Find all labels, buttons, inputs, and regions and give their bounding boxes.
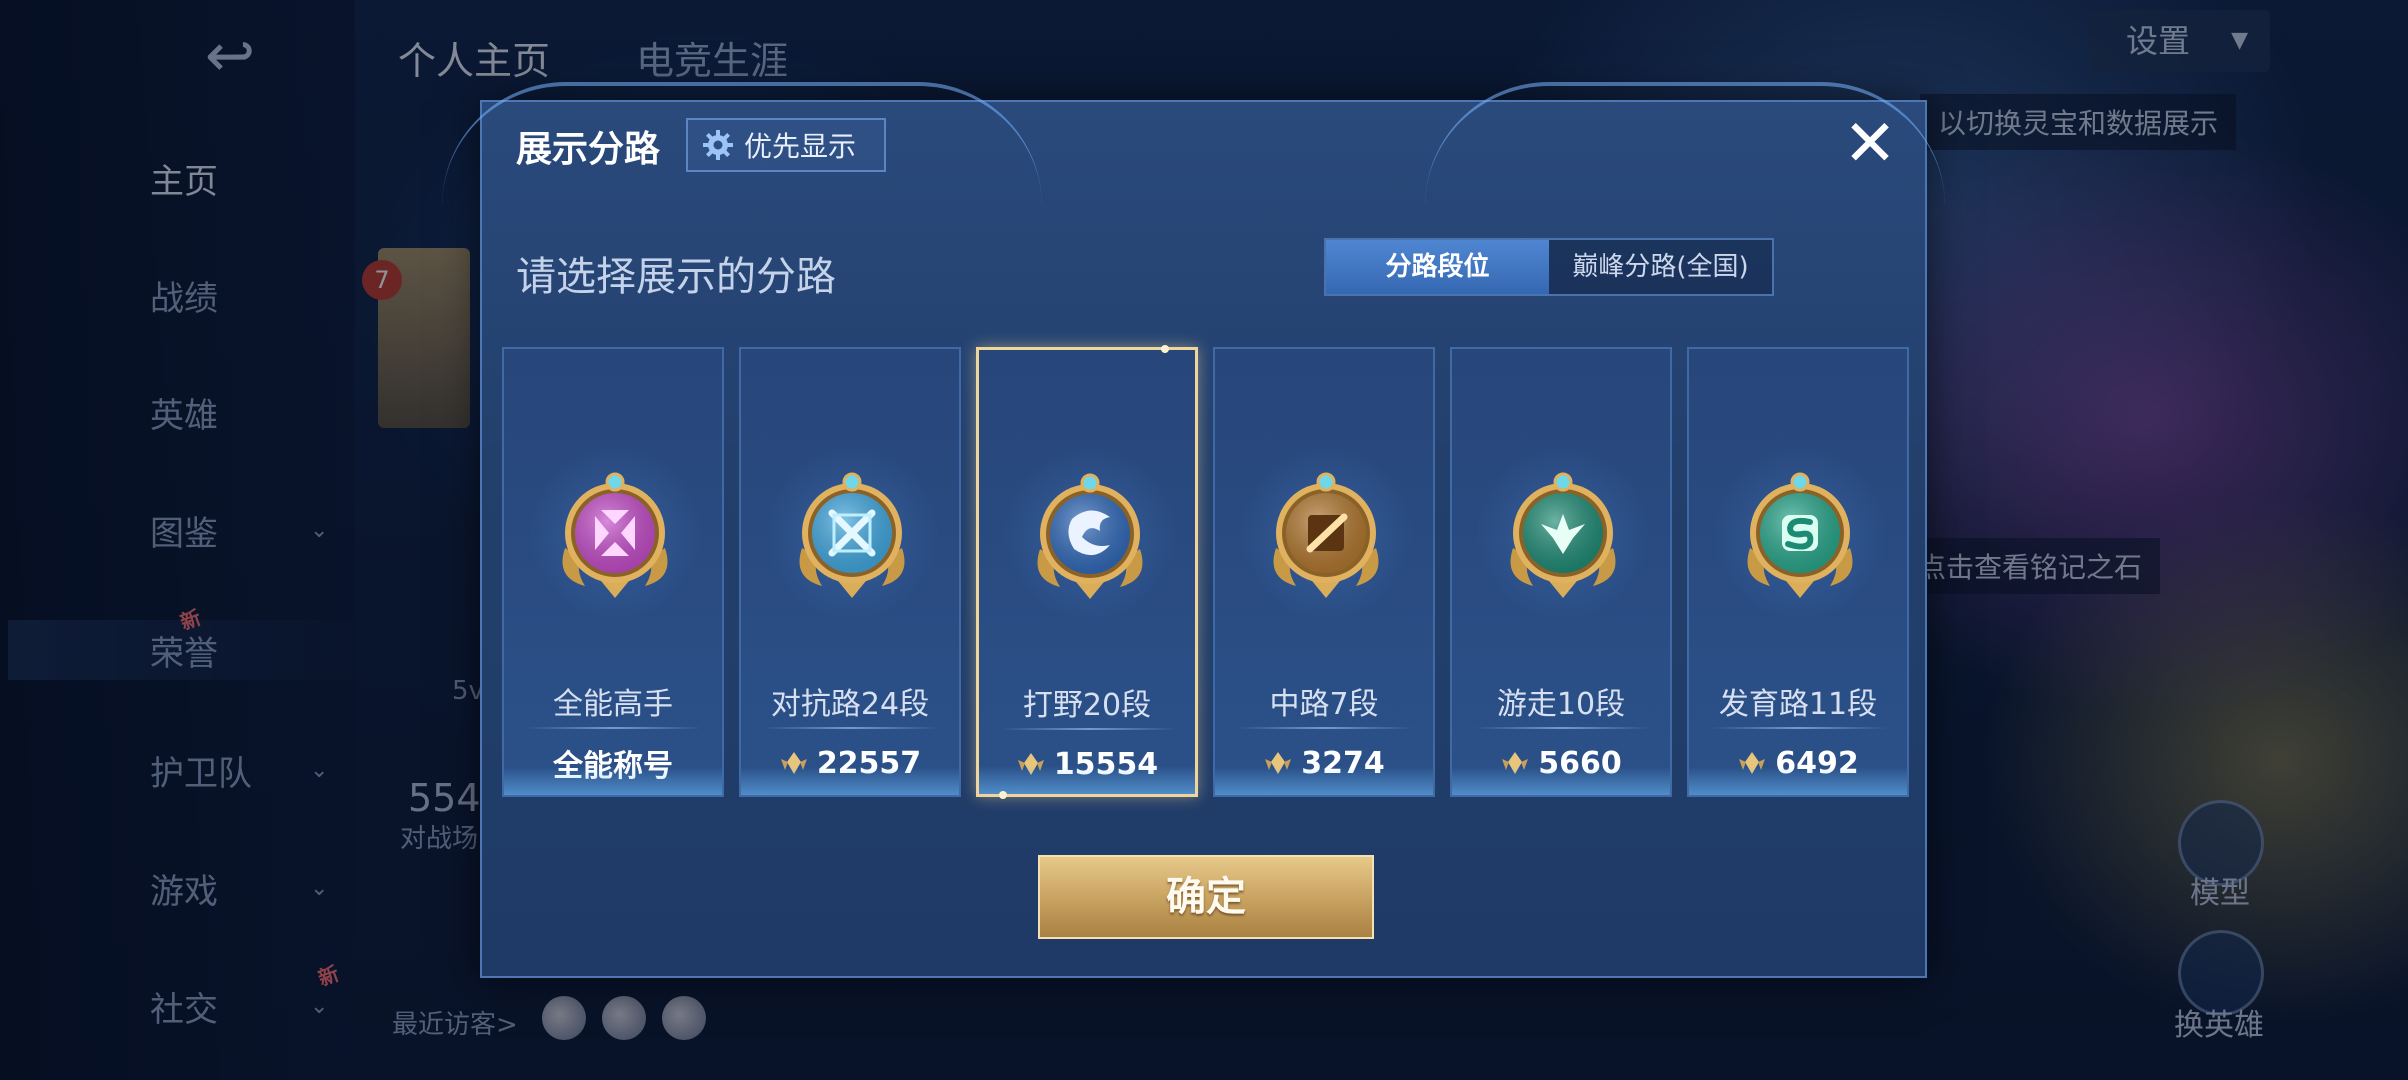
roam-emblem-icon [1510, 472, 1616, 598]
display-lane-dialog: 展示分路 优先显示 ✕ 请选择展示的分路 分路段位 巅峰分路(全国) 全能高手全… [442, 82, 1945, 978]
card-divider [763, 727, 939, 729]
lane-rank-label: 中路7段 [1269, 687, 1379, 722]
lane-card[interactable]: 对抗路24段 22557 [739, 347, 961, 797]
card-glow [504, 767, 722, 795]
toggle-lane-rank[interactable]: 分路段位 [1326, 240, 1549, 294]
card-glow [1215, 767, 1433, 795]
card-glow [979, 766, 1195, 794]
selection-corner-dot [1161, 345, 1169, 353]
priority-display-label: 优先显示 [744, 130, 857, 163]
farm-lane-emblem-icon [1747, 472, 1853, 598]
mid-lane-emblem-icon [1273, 472, 1379, 598]
jungle-emblem-icon [1037, 473, 1143, 599]
card-glow [1452, 767, 1670, 795]
card-glow [741, 767, 959, 795]
clash-lane-emblem-icon [799, 472, 905, 598]
gear-icon [703, 130, 733, 160]
lane-rank-label: 全能高手 [553, 687, 673, 722]
emblem-holder [1004, 448, 1176, 620]
lane-card[interactable]: 中路7段 3274 [1213, 347, 1435, 797]
card-divider [1237, 727, 1413, 729]
dialog-title: 展示分路 [516, 129, 661, 170]
lane-rank-label: 发育路11段 [1718, 687, 1878, 722]
lane-card[interactable]: 发育路11段 6492 [1687, 347, 1909, 797]
card-divider [1001, 728, 1177, 730]
emblem-holder [1714, 447, 1886, 619]
lane-card[interactable]: 全能高手全能称号 [502, 347, 724, 797]
emblem-holder [1477, 447, 1649, 619]
lane-rank-label: 打野20段 [1022, 688, 1152, 723]
card-divider [526, 727, 702, 729]
card-divider [1711, 727, 1887, 729]
card-glow [1689, 767, 1907, 795]
all-round-emblem-icon [562, 472, 668, 598]
confirm-button[interactable]: 确定 [1038, 855, 1374, 939]
lane-card[interactable]: 打野20段 15554 [976, 345, 1198, 799]
emblem-holder [529, 447, 701, 619]
lane-mode-toggle: 分路段位 巅峰分路(全国) [1324, 238, 1774, 296]
selection-corner-dot [999, 791, 1007, 799]
close-icon[interactable]: ✕ [1840, 112, 1900, 176]
lane-rank-label: 游走10段 [1496, 687, 1626, 722]
lane-cards: 全能高手全能称号对抗路24段22557打野20段15554中路7段3274游走1… [502, 345, 1912, 799]
select-lane-prompt: 请选择展示的分路 [516, 254, 836, 300]
lane-rank-label: 对抗路24段 [770, 687, 930, 722]
card-divider [1474, 727, 1650, 729]
priority-display-button[interactable]: 优先显示 [686, 118, 886, 172]
lane-card[interactable]: 游走10段 5660 [1450, 347, 1672, 797]
emblem-holder [766, 447, 938, 619]
toggle-peak-lane-national[interactable]: 巅峰分路(全国) [1549, 240, 1772, 294]
emblem-holder [1240, 447, 1412, 619]
